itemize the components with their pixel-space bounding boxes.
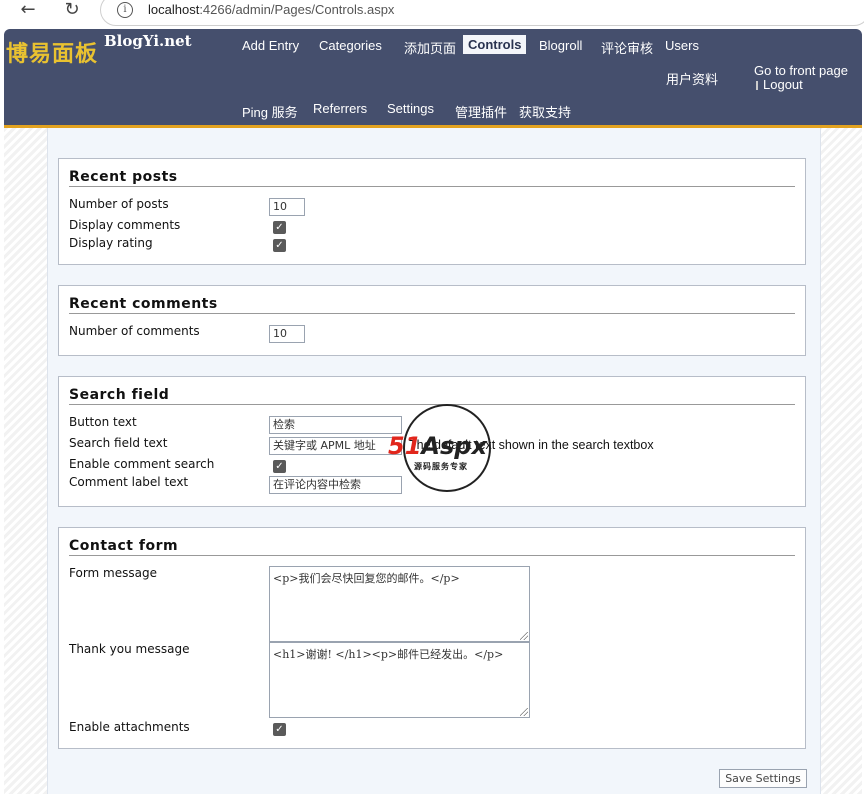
watermark-brand-dark: Aspx: [421, 432, 487, 460]
recent-posts-panel: Recent posts Number of posts 10 Display …: [58, 158, 806, 265]
url-text: localhost:4266/admin/Pages/Controls.aspx: [148, 2, 394, 17]
resize-handle-icon[interactable]: [520, 708, 528, 716]
number-of-posts-input[interactable]: 10: [269, 198, 305, 216]
button-text-label: Button text: [69, 415, 137, 429]
logout-link[interactable]: Logout: [763, 77, 803, 92]
comment-label-text-label: Comment label text: [69, 475, 189, 489]
section-divider: [69, 186, 795, 187]
menu-profile[interactable]: 用户资料: [666, 69, 718, 88]
search-field-title: Search field: [69, 387, 170, 403]
menu-add-entry[interactable]: Add Entry: [242, 38, 299, 53]
site-logo[interactable]: 博易面板: [6, 36, 98, 68]
thank-you-message-value: <h1>谢谢! </h1><p>邮件已经发出。</p>: [273, 648, 504, 661]
section-divider: [69, 555, 795, 556]
info-icon[interactable]: i: [117, 2, 133, 18]
display-comments-checkbox[interactable]: ✓: [273, 221, 286, 234]
browser-toolbar: ← ↻ i localhost:4266/admin/Pages/Control…: [0, 0, 864, 28]
reload-icon[interactable]: ↻: [60, 0, 84, 22]
form-message-value: <p>我们会尽快回复您的邮件。</p>: [273, 572, 460, 585]
menu-blogroll[interactable]: Blogroll: [539, 38, 582, 53]
menu-add-page[interactable]: 添加页面: [404, 38, 456, 57]
url-path: :4266/admin/Pages/Controls.aspx: [199, 2, 395, 17]
url-host: localhost: [148, 2, 200, 17]
section-divider: [69, 313, 795, 314]
enable-comment-search-checkbox[interactable]: ✓: [273, 460, 286, 473]
back-icon[interactable]: ←: [16, 0, 40, 22]
recent-posts-title: Recent posts: [69, 169, 178, 185]
comment-label-text-input[interactable]: 在评论内容中检索: [269, 476, 402, 494]
contact-form-panel: Contact form Form message <p>我们会尽快回复您的邮件…: [58, 527, 806, 749]
number-of-posts-label: Number of posts: [69, 197, 169, 211]
search-field-text-label: Search field text: [69, 436, 168, 450]
save-settings-button[interactable]: Save Settings: [719, 769, 807, 788]
watermark-logo: 51Aspx: [388, 432, 487, 460]
front-page-link[interactable]: Go to front page: [754, 63, 848, 78]
link-separator: [756, 81, 758, 90]
contact-form-title: Contact form: [69, 538, 179, 554]
section-divider: [69, 404, 795, 405]
site-logo-subtitle: BlogYi.net: [104, 32, 192, 50]
thank-you-message-textarea[interactable]: <h1>谢谢! </h1><p>邮件已经发出。</p>: [269, 642, 530, 718]
menu-users[interactable]: Users: [665, 38, 699, 53]
menu-referrers[interactable]: Referrers: [313, 101, 367, 116]
enable-comment-search-label: Enable comment search: [69, 457, 215, 471]
recent-comments-title: Recent comments: [69, 296, 218, 312]
menu-categories[interactable]: Categories: [319, 38, 382, 53]
watermark-subtitle: 源码服务专家: [414, 462, 468, 471]
form-message-label: Form message: [69, 566, 157, 580]
menu-settings[interactable]: Settings: [387, 101, 434, 116]
address-bar[interactable]: i localhost:4266/admin/Pages/Controls.as…: [100, 0, 864, 26]
form-message-textarea[interactable]: <p>我们会尽快回复您的邮件。</p>: [269, 566, 530, 642]
recent-comments-panel: Recent comments Number of comments 10: [58, 285, 806, 356]
display-comments-label: Display comments: [69, 218, 181, 232]
button-text-input[interactable]: 检索: [269, 416, 402, 434]
menu-controls[interactable]: Controls: [463, 35, 527, 54]
display-rating-label: Display rating: [69, 236, 153, 250]
watermark-brand-red: 51: [388, 432, 422, 460]
search-field-text-input[interactable]: 关键字或 APML 地址: [269, 437, 402, 455]
display-rating-checkbox[interactable]: ✓: [273, 239, 286, 252]
enable-attachments-label: Enable attachments: [69, 720, 190, 734]
menu-ping-service[interactable]: Ping 服务: [242, 102, 298, 121]
thank-you-message-label: Thank you message: [69, 642, 190, 656]
menu-comment-moderation[interactable]: 评论审核: [601, 38, 653, 57]
menu-manage-extensions[interactable]: 管理插件: [455, 102, 507, 121]
number-of-comments-label: Number of comments: [69, 324, 200, 338]
resize-handle-icon[interactable]: [520, 632, 528, 640]
menu-get-support[interactable]: 获取支持: [519, 102, 571, 121]
number-of-comments-input[interactable]: 10: [269, 325, 305, 343]
enable-attachments-checkbox[interactable]: ✓: [273, 723, 286, 736]
